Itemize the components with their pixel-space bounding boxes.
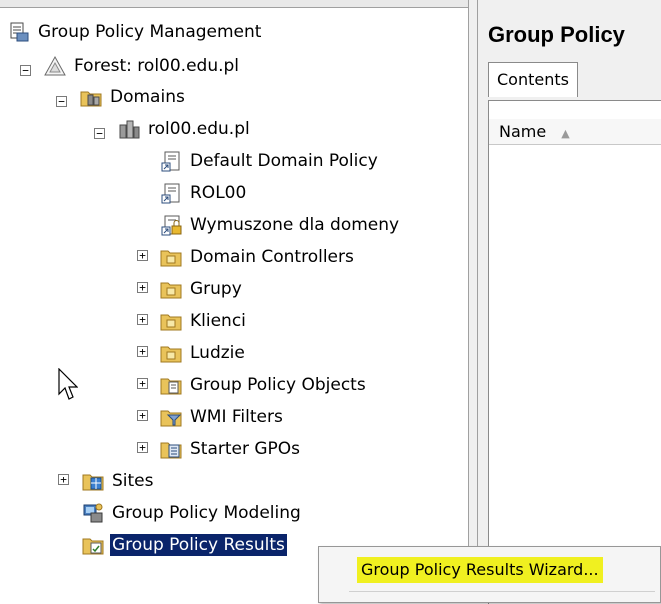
starter-gpos-expand-toggle[interactable]: + (137, 442, 148, 453)
starter-gpos-folder-icon (160, 442, 182, 459)
tree-label-gpm-root: Group Policy Management (38, 22, 262, 42)
tree-node-sites[interactable]: Sites (82, 469, 156, 493)
domains-folder-icon (80, 91, 102, 107)
tree-node-gp-results[interactable]: Group Policy Results (82, 533, 287, 557)
gpo-container-expand-toggle[interactable]: + (137, 378, 148, 389)
tree-node-domain-controllers[interactable]: Domain Controllers (160, 245, 356, 269)
tree-top-border (0, 0, 468, 8)
sort-ascending-icon: ▲ (561, 127, 570, 140)
tree-node-rol00[interactable]: ROL00 (160, 181, 248, 205)
tree-node-wmi-filters[interactable]: WMI Filters (160, 405, 285, 429)
tree-label-sites: Sites (112, 471, 154, 491)
ludzie-expand-toggle[interactable]: + (137, 346, 148, 357)
context-menu: Group Policy Results Wizard... (318, 546, 661, 603)
tree-node-forest[interactable]: Forest: rol00.edu.pl (44, 54, 241, 78)
gp-results-folder-icon (82, 538, 104, 555)
domain-collapse-toggle[interactable]: − (94, 128, 105, 139)
tree-node-domain[interactable]: rol00.edu.pl (118, 117, 252, 141)
details-list-view[interactable]: Name ▲ (488, 100, 661, 604)
details-pane-title: Group Policy (488, 22, 625, 47)
tree-label-rol00: ROL00 (190, 183, 247, 203)
ou-folder-icon (160, 250, 182, 267)
tab-contents[interactable]: Contents (488, 62, 578, 97)
tree-label-wmi-filters: WMI Filters (190, 407, 283, 427)
tree-node-gpm-root[interactable]: Group Policy Management (8, 20, 263, 44)
tree-node-wymuszone[interactable]: Wymuszone dla domeny (160, 213, 401, 237)
wmi-filter-folder-icon (160, 410, 182, 427)
tree-node-klienci[interactable]: Klienci (160, 309, 248, 333)
tree-label-default-domain-policy: Default Domain Policy (190, 151, 378, 171)
forest-collapse-toggle[interactable]: − (20, 65, 31, 76)
tree-label-gp-modeling: Group Policy Modeling (112, 503, 301, 523)
domains-collapse-toggle[interactable]: − (56, 96, 67, 107)
tree-node-domains[interactable]: Domains (80, 85, 187, 109)
tree-node-grupy[interactable]: Grupy (160, 277, 244, 301)
tree-label-starter-gpos: Starter GPOs (190, 439, 301, 459)
tree-label-group-policy-objects: Group Policy Objects (190, 375, 366, 395)
tree-label-domains: Domains (110, 87, 185, 107)
ou-folder-icon (160, 314, 182, 331)
domain-controllers-expand-toggle[interactable]: + (137, 250, 148, 261)
gp-modeling-icon (83, 503, 103, 523)
grupy-expand-toggle[interactable]: + (137, 282, 148, 293)
details-tab-strip: Contents (478, 62, 661, 98)
ou-folder-icon (160, 346, 182, 363)
tree-node-starter-gpos[interactable]: Starter GPOs (160, 437, 302, 461)
wmi-filters-expand-toggle[interactable]: + (137, 410, 148, 421)
column-header-name[interactable]: Name ▲ (489, 119, 661, 145)
tree-node-default-domain-policy[interactable]: Default Domain Policy (160, 149, 380, 173)
tree-label-grupy: Grupy (190, 279, 242, 299)
tree-label-gp-results: Group Policy Results (110, 534, 287, 556)
tree-label-forest: Forest: rol00.edu.pl (74, 56, 240, 76)
tree-node-gp-modeling[interactable]: Group Policy Modeling (82, 501, 303, 525)
tree-label-domain-controllers: Domain Controllers (190, 247, 354, 267)
ou-folder-icon (160, 282, 182, 299)
domain-icon (119, 120, 140, 139)
gpm-console-icon (10, 22, 29, 42)
tree-label-wymuszone: Wymuszone dla domeny (190, 215, 400, 235)
tree-node-group-policy-objects[interactable]: Group Policy Objects (160, 373, 368, 397)
gpo-container-folder-icon (160, 378, 182, 395)
tree-label-ludzie: Ludzie (190, 343, 245, 363)
sites-folder-icon (82, 474, 104, 491)
details-pane: Group Policy Contents Name ▲ (478, 0, 661, 604)
mouse-pointer-icon (58, 368, 78, 400)
forest-triangle-icon (44, 55, 66, 76)
gpo-enforced-link-icon (161, 215, 182, 236)
menu-item-gp-results-wizard[interactable]: Group Policy Results Wizard... (357, 557, 603, 583)
navigation-tree-pane: Group Policy Management − Forest: rol00.… (0, 0, 468, 603)
tree-label-klienci: Klienci (190, 311, 246, 331)
gpo-link-icon (161, 151, 180, 172)
column-header-label: Name (499, 122, 547, 141)
sites-expand-toggle[interactable]: + (58, 474, 69, 485)
tree-node-ludzie[interactable]: Ludzie (160, 341, 247, 365)
klienci-expand-toggle[interactable]: + (137, 314, 148, 325)
tree-label-domain: rol00.edu.pl (148, 119, 250, 139)
menu-separator (349, 591, 655, 592)
pane-splitter[interactable] (468, 0, 478, 603)
gpo-link-icon (161, 183, 180, 204)
